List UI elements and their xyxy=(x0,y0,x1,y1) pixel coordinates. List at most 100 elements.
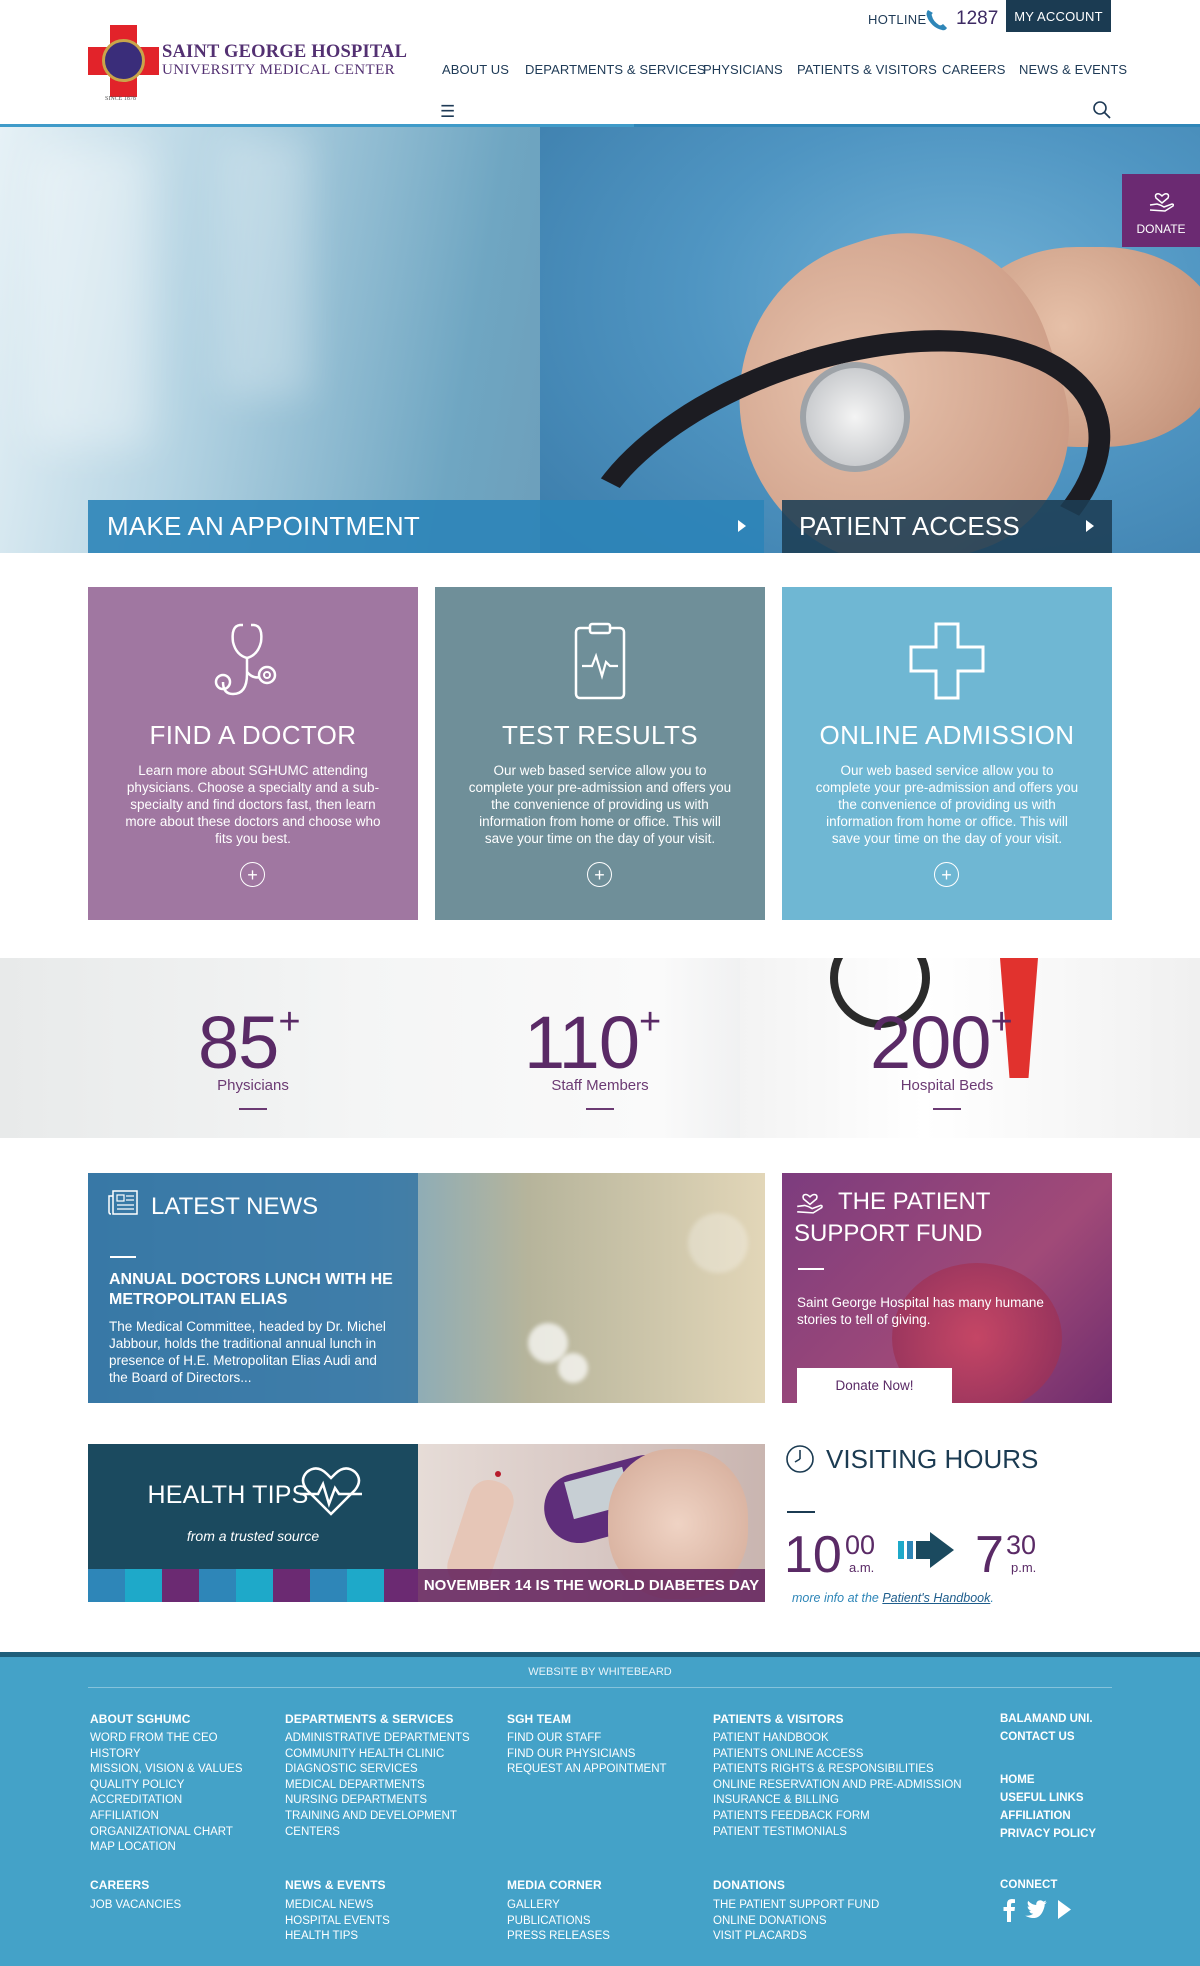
footer-link[interactable]: ONLINE RESERVATION AND PRE-ADMISSION xyxy=(713,1778,962,1794)
footer-heading-news[interactable]: NEWS & EVENTS xyxy=(285,1878,386,1892)
make-appointment-label: MAKE AN APPOINTMENT xyxy=(107,511,420,541)
donate-button[interactable]: DONATE xyxy=(1122,174,1200,247)
footer-link[interactable]: MEDICAL NEWS xyxy=(285,1898,390,1914)
logo-cross-icon[interactable] xyxy=(88,25,159,97)
facebook-icon[interactable] xyxy=(1002,1898,1016,1922)
footer-link[interactable]: VISIT PLACARDS xyxy=(713,1929,879,1945)
footer-heading-patients[interactable]: PATIENTS & VISITORS xyxy=(713,1712,844,1726)
logo-subtitle[interactable]: UNIVERSITY MEDICAL CENTER xyxy=(162,62,395,79)
stethoscope-icon xyxy=(214,623,277,696)
plus-circle-icon[interactable]: + xyxy=(587,862,612,887)
footer-link[interactable]: GALLERY xyxy=(507,1898,610,1914)
medical-cross-icon xyxy=(909,622,985,700)
footer-heading-departments[interactable]: DEPARTMENTS & SERVICES xyxy=(285,1712,453,1726)
footer-link[interactable]: NURSING DEPARTMENTS xyxy=(285,1793,470,1809)
close-period: p.m. xyxy=(1011,1560,1037,1575)
my-account-button[interactable]: MY ACCOUNT xyxy=(1006,0,1111,32)
plus-circle-icon[interactable]: + xyxy=(240,862,265,887)
footer-link[interactable]: COMMUNITY HEALTH CLINIC xyxy=(285,1747,470,1763)
footer-link[interactable]: ONLINE DONATIONS xyxy=(713,1914,879,1930)
card-text: Our web based service allow you to compl… xyxy=(468,763,732,846)
hamburger-menu-icon[interactable]: ☰ xyxy=(440,102,455,122)
footer-list-departments: ADMINISTRATIVE DEPARTMENTS COMMUNITY HEA… xyxy=(285,1731,470,1840)
hotline-number[interactable]: 1287 xyxy=(956,8,998,30)
visiting-more-info: more info at the Patient's Handbook. xyxy=(792,1591,994,1605)
footer-list-team: FIND OUR STAFF FIND OUR PHYSICIANS REQUE… xyxy=(507,1731,667,1778)
card-test-results[interactable]: TEST RESULTS Our web based service allow… xyxy=(435,587,765,920)
arrow-right-icon xyxy=(898,1532,954,1568)
card-find-doctor[interactable]: FIND A DOCTOR Learn more about SGHUMC at… xyxy=(88,587,418,920)
footer-link[interactable]: ACCREDITATION xyxy=(90,1793,243,1809)
footer-link[interactable]: PATIENTS FEEDBACK FORM xyxy=(713,1809,962,1825)
footer-heading-donations[interactable]: DONATIONS xyxy=(713,1878,785,1892)
news-title[interactable]: ANNUAL DOCTORS LUNCH WITH HE METROPOLITA… xyxy=(109,1270,399,1310)
hotline-label: HOTLINE xyxy=(868,12,927,27)
heartbeat-icon xyxy=(300,1467,362,1516)
footer-link[interactable]: REQUEST AN APPOINTMENT xyxy=(507,1762,667,1778)
latest-news-panel[interactable]: LATEST NEWS ANNUAL DOCTORS LUNCH WITH HE… xyxy=(88,1173,765,1403)
footer-link[interactable]: PATIENTS RIGHTS & RESPONSIBILITIES xyxy=(713,1762,962,1778)
footer-link[interactable]: ORGANIZATIONAL CHART xyxy=(90,1825,243,1841)
stat-staff-number: 110+ xyxy=(524,1001,661,1084)
card-title: FIND A DOCTOR xyxy=(149,720,357,750)
visiting-hours-heading: VISITING HOURS xyxy=(826,1444,1039,1474)
health-tips-panel[interactable]: HEALTH TIPS from a trusted source NOVEMB… xyxy=(88,1444,765,1602)
donate-now-button[interactable]: Donate Now! xyxy=(797,1368,952,1403)
health-tip-caption[interactable]: NOVEMBER 14 IS THE WORLD DIABETES DAY xyxy=(418,1569,765,1602)
footer-link[interactable]: AFFILIATION xyxy=(1000,1807,1096,1825)
footer-link[interactable]: PUBLICATIONS xyxy=(507,1914,610,1930)
card-online-admission[interactable]: ONLINE ADMISSION Our web based service a… xyxy=(782,587,1112,920)
footer-link[interactable]: HEALTH TIPS xyxy=(285,1929,390,1945)
nav-physicians[interactable]: PHYSICIANS xyxy=(703,62,783,80)
footer-link[interactable]: BALAMAND UNI. xyxy=(1000,1710,1093,1728)
footer-link[interactable]: MAP LOCATION xyxy=(90,1840,243,1856)
footer-heading-careers[interactable]: CAREERS xyxy=(90,1878,149,1892)
footer-link[interactable]: HOSPITAL EVENTS xyxy=(285,1914,390,1930)
footer-link[interactable]: THE PATIENT SUPPORT FUND xyxy=(713,1898,879,1914)
footer-link[interactable]: PATIENT TESTIMONIALS xyxy=(713,1825,962,1841)
footer-link[interactable]: ADMINISTRATIVE DEPARTMENTS xyxy=(285,1731,470,1747)
logo-title[interactable]: SAINT GEORGE HOSPITAL xyxy=(162,42,407,63)
footer-heading-media[interactable]: MEDIA CORNER xyxy=(507,1878,602,1892)
search-icon[interactable] xyxy=(1092,100,1112,120)
footer-heading-about[interactable]: ABOUT SGHUMC xyxy=(90,1712,191,1726)
footer-credit[interactable]: WEBSITE BY WHITEBEARD xyxy=(0,1666,1200,1678)
footer-link[interactable]: WORD FROM THE CEO xyxy=(90,1731,243,1747)
nav-about-us[interactable]: ABOUT US xyxy=(442,62,509,80)
footer-link[interactable]: QUALITY POLICY xyxy=(90,1778,243,1794)
footer-link[interactable]: AFFILIATION xyxy=(90,1809,243,1825)
patients-handbook-link[interactable]: Patient's Handbook xyxy=(882,1591,990,1605)
make-appointment-button[interactable]: MAKE AN APPOINTMENT xyxy=(88,500,764,553)
footer-link[interactable]: INSURANCE & BILLING xyxy=(713,1793,962,1809)
newspaper-icon xyxy=(108,1190,138,1215)
nav-patients-visitors[interactable]: PATIENTS & VISITORS xyxy=(797,62,937,80)
footer-link[interactable]: MEDICAL DEPARTMENTS xyxy=(285,1778,470,1794)
footer-link[interactable]: TRAINING AND DEVELOPMENT xyxy=(285,1809,470,1825)
footer-link[interactable]: MISSION, VISION & VALUES xyxy=(90,1762,243,1778)
footer-link[interactable]: JOB VACANCIES xyxy=(90,1898,181,1914)
patient-support-fund-panel[interactable]: THE PATIENT SUPPORT FUND Saint George Ho… xyxy=(782,1173,1112,1403)
stat-divider xyxy=(586,1108,614,1110)
footer-link[interactable]: CENTERS xyxy=(285,1825,470,1841)
footer-heading-team[interactable]: SGH TEAM xyxy=(507,1712,571,1726)
twitter-icon[interactable] xyxy=(1025,1900,1047,1918)
youtube-icon[interactable] xyxy=(1057,1900,1071,1919)
footer-link[interactable]: DIAGNOSTIC SERVICES xyxy=(285,1762,470,1778)
footer-link[interactable]: PATIENTS ONLINE ACCESS xyxy=(713,1747,962,1763)
footer-link[interactable]: FIND OUR STAFF xyxy=(507,1731,667,1747)
footer-link[interactable]: FIND OUR PHYSICIANS xyxy=(507,1747,667,1763)
footer-link[interactable]: USEFUL LINKS xyxy=(1000,1789,1096,1807)
footer-link[interactable]: PRIVACY POLICY xyxy=(1000,1825,1096,1843)
nav-departments-services[interactable]: DEPARTMENTS & SERVICES xyxy=(525,62,706,80)
fund-heading: THE PATIENT SUPPORT FUND xyxy=(794,1188,991,1247)
nav-news-events[interactable]: NEWS & EVENTS xyxy=(1019,62,1127,80)
footer-link[interactable]: CONTACT US xyxy=(1000,1728,1093,1746)
footer-link[interactable]: HISTORY xyxy=(90,1747,243,1763)
footer-link[interactable]: PATIENT HANDBOOK xyxy=(713,1731,962,1747)
footer-list-media: GALLERY PUBLICATIONS PRESS RELEASES xyxy=(507,1898,610,1945)
patient-access-button[interactable]: PATIENT ACCESS xyxy=(782,500,1112,553)
plus-circle-icon[interactable]: + xyxy=(934,862,959,887)
footer-link[interactable]: PRESS RELEASES xyxy=(507,1929,610,1945)
footer-link[interactable]: HOME xyxy=(1000,1771,1096,1789)
nav-careers[interactable]: CAREERS xyxy=(942,62,1006,80)
